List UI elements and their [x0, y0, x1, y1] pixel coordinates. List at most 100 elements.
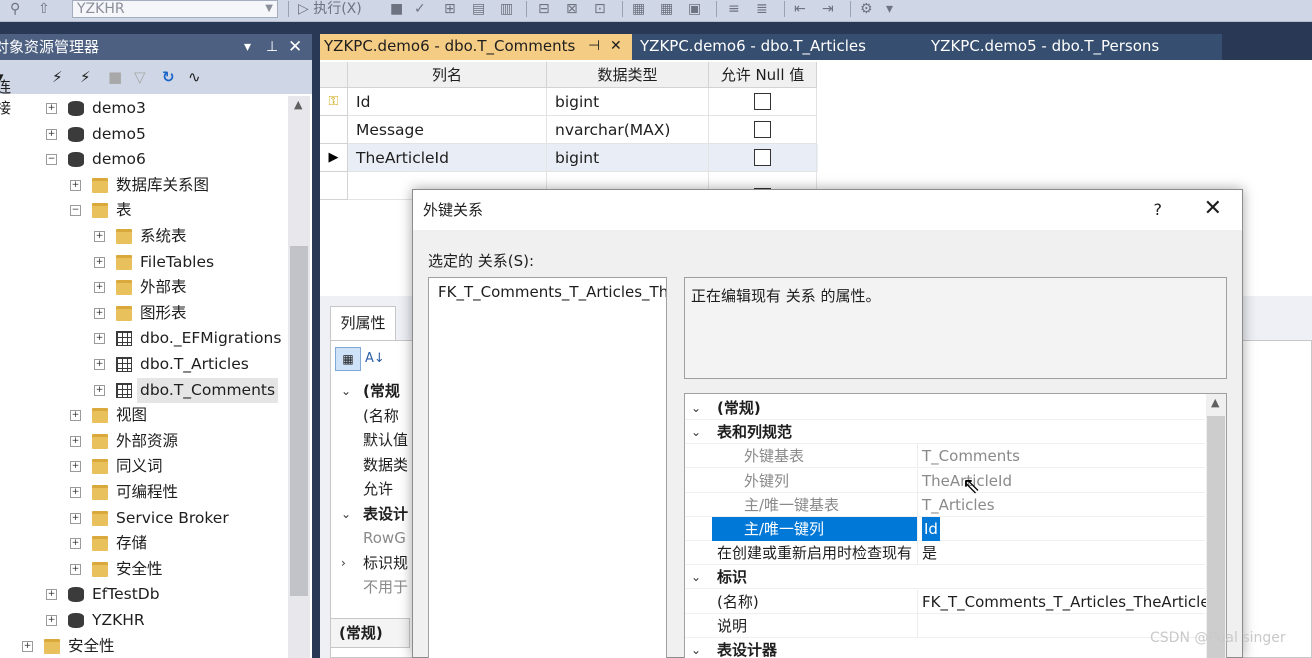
expand-icon[interactable]: + [22, 640, 33, 652]
column-property-row[interactable]: RowG [363, 526, 406, 550]
grid3-icon[interactable]: ▣ [688, 0, 701, 18]
tree-node[interactable]: + 视图 [0, 403, 288, 428]
property-row[interactable]: 在创建或重新启用时检查现有是 [685, 541, 1205, 566]
scrollbar-thumb[interactable] [1207, 416, 1225, 658]
tree-node[interactable]: − demo6 [0, 147, 288, 172]
tree-node[interactable]: + dbo._EFMigrations [0, 326, 288, 351]
specify-values-icon[interactable]: ⚙ [860, 0, 873, 18]
expand-icon[interactable]: + [70, 512, 81, 524]
expand-icon[interactable]: + [70, 179, 81, 191]
check-icon[interactable]: ✓ [414, 0, 426, 18]
expand-icon[interactable]: + [70, 435, 81, 447]
stop-square-icon[interactable]: ■ [108, 68, 122, 86]
pin-icon[interactable]: ⊣ [588, 34, 600, 58]
column-name-cell[interactable]: Id [348, 88, 547, 116]
connect-plug-icon[interactable]: ⚡ [52, 68, 63, 86]
relationship-list[interactable]: FK_T_Comments_T_Articles_TheArticleId [428, 277, 667, 658]
sort-alpha-icon[interactable]: A↓ [365, 347, 387, 371]
toolbar-overflow-icon[interactable]: ▾ [886, 0, 893, 18]
server-combo[interactable]: YZKHR ▼ [72, 0, 278, 18]
expand-icon[interactable]: + [70, 487, 81, 498]
allow-null-checkbox[interactable] [754, 149, 771, 166]
expand-icon[interactable]: + [70, 538, 81, 550]
expand-icon[interactable]: + [46, 615, 57, 626]
indent-icon[interactable]: ⇤ [794, 0, 806, 18]
tree-node[interactable]: + EfTestDb [0, 582, 288, 607]
row-header[interactable]: ▶ [320, 144, 348, 172]
grid-icon[interactable]: ▦ [632, 0, 645, 18]
property-row[interactable]: ⌄ (常规) [685, 396, 1205, 420]
tab-t-articles[interactable]: YZKPC.demo6 - dbo.T_Articles [636, 34, 922, 60]
column-property-row[interactable]: 不用于 [363, 575, 408, 599]
column-property-row[interactable]: 允许 [363, 477, 393, 501]
expand-icon[interactable]: + [94, 359, 105, 370]
expand-icon[interactable]: + [46, 103, 57, 114]
property-row[interactable]: (名称) FK_T_Comments_T_Articles_TheArticleI… [685, 589, 1224, 614]
chevron-right-icon[interactable]: › [341, 551, 346, 575]
expand-icon[interactable]: + [94, 256, 105, 268]
chevron-down-icon[interactable]: ⌄ [341, 502, 351, 526]
tree-node[interactable]: + 图形表 [0, 301, 288, 326]
chevron-up-icon[interactable]: ▲ [1211, 396, 1219, 409]
allow-null-checkbox[interactable] [754, 93, 771, 110]
property-value[interactable]: FK_T_Comments_T_Articles_TheArticleId [922, 590, 1224, 614]
property-row[interactable]: ⌄ 表设计器 [685, 638, 1205, 658]
column-name-cell[interactable]: TheArticleId [348, 144, 547, 172]
column-property-row[interactable]: 数据类 [363, 453, 408, 477]
connect-button[interactable]: 连接 ▾ [0, 68, 11, 117]
layout-icon[interactable]: ⊟ [538, 0, 550, 18]
property-value[interactable]: 是 [922, 541, 937, 565]
pin-icon[interactable]: ⊥ [266, 34, 278, 60]
scrollbar-thumb[interactable] [290, 246, 308, 596]
column-name-cell[interactable]: Message [348, 116, 547, 144]
categorized-icon[interactable]: ▦ [335, 347, 361, 371]
expand-icon[interactable]: + [94, 333, 105, 345]
tree-node[interactable]: + 安全性 [0, 557, 288, 582]
row-header[interactable]: ⚿ [320, 88, 348, 116]
expand-icon[interactable]: + [94, 384, 105, 396]
plan-icon[interactable]: ⊞ [444, 0, 456, 18]
toolbar-arrow-icon[interactable]: ⇧ [38, 0, 50, 18]
disconnect-icon[interactable]: ⚡ [80, 68, 91, 86]
help-button[interactable]: ? [1154, 190, 1163, 230]
activity-monitor-icon[interactable]: ∿ [188, 68, 201, 86]
outdent-icon[interactable]: ⇥ [822, 0, 834, 18]
tree-node[interactable]: − 表 [0, 198, 288, 223]
tree-node[interactable]: + demo3 [0, 96, 288, 121]
tree-node[interactable]: + 可编程性 [0, 480, 288, 505]
tree-node[interactable]: + 数据库关系图 [0, 173, 288, 198]
expand-icon[interactable]: + [94, 307, 105, 319]
property-value[interactable]: Id [922, 517, 940, 541]
refresh-icon[interactable]: ↻ [162, 68, 175, 86]
file-icon[interactable]: ▥ [500, 0, 513, 18]
dropdown-icon[interactable]: ▾ [244, 34, 251, 60]
tree-node[interactable]: + dbo.T_Articles [0, 352, 288, 377]
expand-icon[interactable]: + [46, 589, 57, 601]
toolbar-debug-icon[interactable]: ⚲ [10, 0, 20, 18]
property-value[interactable]: T_Articles [922, 493, 995, 517]
data-type-cell[interactable]: bigint [547, 88, 709, 116]
tree-node[interactable]: + 安全性 [0, 634, 288, 658]
tree-node[interactable]: + 外部表 [0, 275, 288, 300]
property-row[interactable]: 说明 [685, 613, 1205, 638]
tree-node[interactable]: + YZKHR [0, 608, 288, 633]
tree-node[interactable]: + 外部资源 [0, 429, 288, 454]
tree-node[interactable]: + FileTables [0, 250, 288, 275]
tree-node[interactable]: + Service Broker [0, 506, 288, 531]
column-property-row[interactable]: (名称 [363, 404, 399, 428]
filter-icon[interactable]: ▽ [134, 68, 146, 86]
column-property-row[interactable]: ⌄ 表设计 [341, 502, 408, 526]
tree-node[interactable]: + 同义词 [0, 454, 288, 479]
property-row[interactable]: 外键基表 T_Comments [685, 444, 1205, 469]
expand-icon[interactable]: + [94, 231, 105, 242]
chevron-down-icon[interactable]: ⌄ [691, 396, 701, 420]
property-row[interactable]: ⌄ 标识 [685, 565, 1205, 590]
property-grid-scrollbar[interactable]: ▲ [1206, 394, 1226, 658]
chevron-up-icon[interactable]: ▲ [294, 98, 302, 111]
row-header[interactable] [320, 116, 348, 144]
results-icon[interactable]: ▤ [472, 0, 485, 18]
close-tab-icon[interactable]: ✕ [610, 34, 622, 58]
layout2-icon[interactable]: ⊠ [566, 0, 578, 18]
row-header[interactable] [320, 172, 348, 200]
column-property-row[interactable]: › 标识规 [341, 551, 408, 575]
